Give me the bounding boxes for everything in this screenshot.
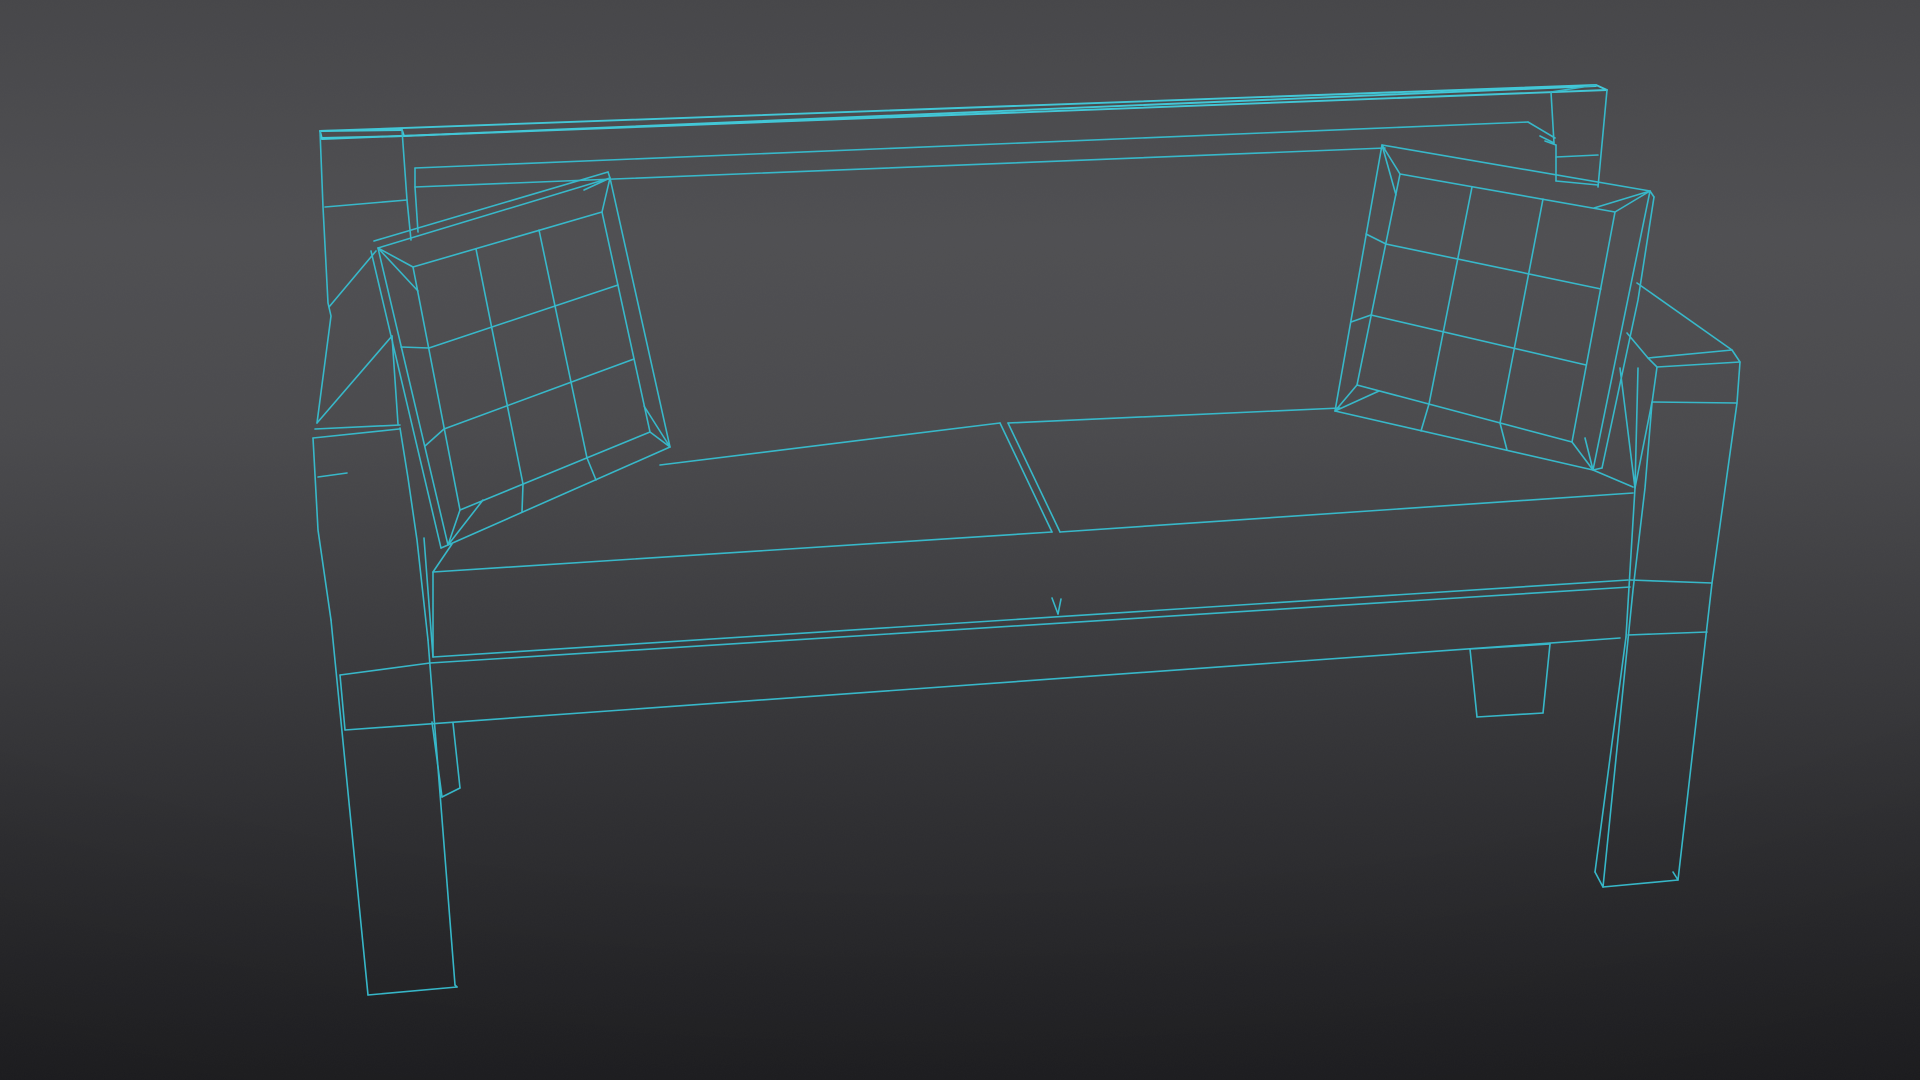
viewport-noise-overlay (0, 0, 1920, 1080)
wireframe-canvas[interactable] (0, 0, 1920, 1080)
3d-viewport[interactable] (0, 0, 1920, 1080)
